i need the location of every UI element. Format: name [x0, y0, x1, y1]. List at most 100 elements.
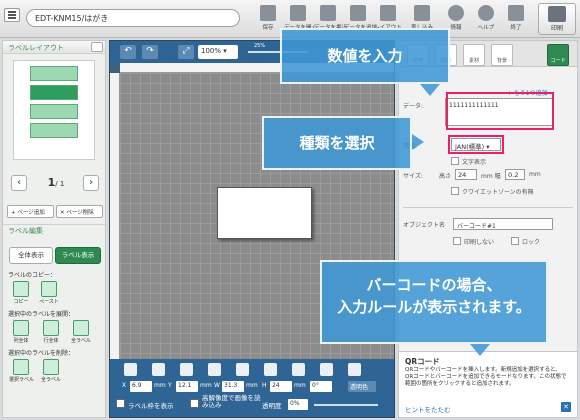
no-print-checkbox[interactable]	[453, 237, 461, 245]
row-icon	[43, 320, 59, 336]
x-unit: mm	[154, 382, 166, 389]
help-icon	[478, 5, 494, 21]
type-select-highlight	[448, 135, 504, 154]
save-icon	[260, 5, 276, 21]
divider	[403, 207, 573, 208]
printer-icon	[548, 6, 566, 22]
cut-icon[interactable]	[152, 363, 165, 376]
all-labels-icon	[43, 359, 59, 375]
merge-icon	[414, 5, 430, 21]
label-thumbnail[interactable]	[30, 104, 78, 119]
lock-checkbox[interactable]	[511, 237, 519, 245]
delete-selected-label-button[interactable]: 選択ラベル	[9, 359, 34, 383]
copy-label-button[interactable]: コピー	[9, 281, 33, 305]
transparency-label: 透明度	[262, 402, 282, 410]
close-hint-icon[interactable]: ✕	[561, 402, 571, 412]
high-res-checkbox[interactable]	[190, 399, 199, 408]
copy-icon[interactable]	[180, 363, 193, 376]
label-object[interactable]	[217, 187, 312, 239]
transparency-input[interactable]: 0%	[288, 399, 308, 410]
prev-page-button[interactable]: ‹	[11, 175, 27, 191]
transparent-color-button[interactable]: 透明色	[348, 381, 376, 392]
distribute-icon[interactable]	[320, 363, 333, 376]
x-label: X	[122, 382, 127, 389]
x-position-input[interactable]: 6.9	[130, 381, 152, 392]
fill-row-button[interactable]: 行全体	[39, 320, 63, 344]
data-label: データ:	[403, 103, 424, 110]
high-res-label: 高解像度で画像を読み込み	[202, 394, 261, 409]
delete-page-button[interactable]: ✕ ページ削除	[56, 205, 103, 218]
save-button[interactable]: 保存	[254, 4, 282, 34]
show-label-button[interactable]: ラベル表示	[55, 247, 101, 264]
selected-label-icon	[13, 359, 29, 375]
height-input[interactable]: 24	[270, 381, 292, 392]
size-label: サイズ:	[403, 173, 423, 180]
callout-barcode-rule: バーコードの場合、 入力ルールが表示されます。	[320, 260, 548, 344]
no-print-label: 印刷しない	[464, 239, 495, 246]
show-frame-label: ラベル枠を表示	[128, 402, 174, 410]
show-frame-checkbox[interactable]	[116, 399, 125, 408]
tab-material[interactable]: 素材	[463, 44, 485, 66]
label-layout-preview	[13, 60, 95, 160]
zoom-select[interactable]: 100% ▾	[198, 45, 238, 59]
tab-background[interactable]: 背景	[491, 44, 513, 66]
w-unit: mm	[246, 382, 258, 389]
hint-pane: QRコード QRコードやバーコードを挿入します。新規追加を選択すると、QRコード…	[399, 351, 577, 417]
delete-icon[interactable]	[124, 363, 137, 376]
show-text-checkbox[interactable]	[451, 157, 459, 165]
callout-pointer	[412, 134, 424, 150]
w-label: W	[214, 382, 220, 389]
page-indicator: 1/ 1	[47, 176, 65, 189]
delete-all-labels-button[interactable]: 全ラベル	[39, 359, 63, 383]
all-labels-icon	[73, 320, 89, 336]
object-toolbar: X 6.9 mm Y 12.1 mm W 31.3 mm H 24 mm 0° …	[110, 359, 394, 417]
h-label: H	[262, 382, 267, 389]
help-button[interactable]: ヘルプ	[472, 4, 500, 34]
layout-icon	[380, 5, 396, 21]
paste-icon[interactable]	[208, 363, 221, 376]
print-button[interactable]: 印刷	[538, 3, 576, 35]
column-icon	[13, 320, 29, 336]
zoom-percent: 25%	[254, 43, 266, 49]
fill-all-button[interactable]: 全ラベル	[69, 320, 93, 344]
group-icon[interactable]	[348, 363, 361, 376]
exit-button[interactable]: 終了	[502, 4, 530, 34]
filename-field[interactable]: EDT-KNM15/はがき	[26, 9, 240, 27]
label-thumbnail[interactable]	[30, 66, 78, 81]
callout-pointer	[420, 84, 440, 96]
label-thumbnail-selected[interactable]	[30, 85, 78, 100]
delete-group-label: 選択中のラベルを削除：	[8, 350, 75, 357]
open-file-icon	[290, 5, 306, 21]
quiet-zone-checkbox[interactable]	[451, 187, 459, 195]
h-unit: mm	[294, 382, 306, 389]
hide-hint-link[interactable]: ヒントをたたむ	[405, 404, 451, 414]
label-thumbnail[interactable]	[30, 123, 78, 138]
send-back-icon[interactable]	[264, 363, 277, 376]
fill-column-button[interactable]: 列全体	[9, 320, 33, 344]
collapse-panel-button[interactable]	[91, 42, 103, 52]
object-name-input[interactable]: バーコード#1	[453, 218, 553, 230]
barcode-width-input[interactable]: 0.2	[505, 169, 525, 180]
y-position-input[interactable]: 12.1	[176, 381, 198, 392]
fit-to-screen-icon[interactable]: ⤢	[178, 45, 194, 59]
menu-icon[interactable]	[4, 8, 20, 22]
page-navigator: ‹ 1/ 1 ›	[3, 173, 107, 195]
rotation-input[interactable]: 0°	[310, 381, 332, 392]
add-page-button[interactable]: + ページ追加	[7, 205, 54, 218]
next-page-button[interactable]: ›	[83, 175, 99, 191]
undo-icon[interactable]: ↶	[120, 45, 136, 59]
paste-icon	[41, 281, 57, 297]
copy-group-label: ラベルのコピー：	[8, 272, 57, 279]
tab-code[interactable]: コード	[547, 44, 569, 66]
transparency-slider[interactable]	[314, 404, 378, 406]
show-all-button[interactable]: 全体表示	[9, 247, 53, 264]
paste-label-button[interactable]: ペースト	[37, 281, 61, 305]
show-text-label: 文字表示	[462, 159, 487, 166]
align-icon[interactable]	[292, 363, 305, 376]
hint-text: QRコードやバーコードを挿入します。新規追加を選択すると、QRコードとバーコード…	[405, 367, 567, 387]
barcode-height-input[interactable]: 24	[455, 169, 477, 180]
bring-front-icon[interactable]	[236, 363, 249, 376]
y-unit: mm	[200, 382, 212, 389]
redo-icon[interactable]: ↷	[142, 45, 158, 59]
width-input[interactable]: 31.3	[222, 381, 244, 392]
